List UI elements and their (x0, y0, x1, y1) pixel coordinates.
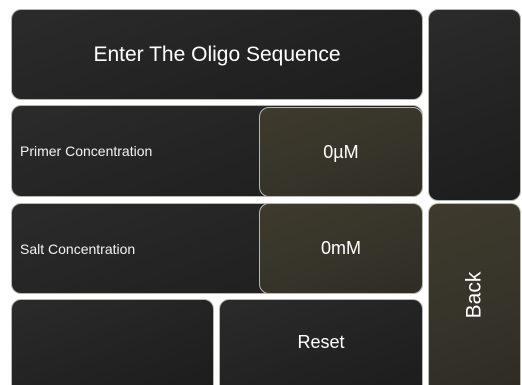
top-right-blank-panel (428, 9, 521, 201)
back-label: Back (462, 271, 486, 318)
reset-label: Reset (297, 332, 345, 352)
salt-concentration-value: 0mM (321, 238, 361, 258)
primer-concentration-value-button[interactable]: 0µM (259, 107, 423, 197)
salt-concentration-label: Salt Concentration (20, 240, 136, 257)
oligo-sequence-label: Enter The Oligo Sequence (93, 42, 341, 66)
oligo-sequence-button[interactable]: Enter The Oligo Sequence (11, 9, 423, 100)
bottom-left-blank-panel (11, 299, 214, 385)
salt-concentration-value-button[interactable]: 0mM (259, 203, 423, 294)
reset-button[interactable]: Reset (219, 299, 423, 385)
primer-concentration-value: 0µM (323, 141, 359, 162)
back-button[interactable]: Back (428, 203, 521, 385)
primer-concentration-label: Primer Concentration (20, 143, 153, 159)
oligo-settings-screen: Enter The Oligo Sequence Primer Concentr… (0, 0, 522, 385)
